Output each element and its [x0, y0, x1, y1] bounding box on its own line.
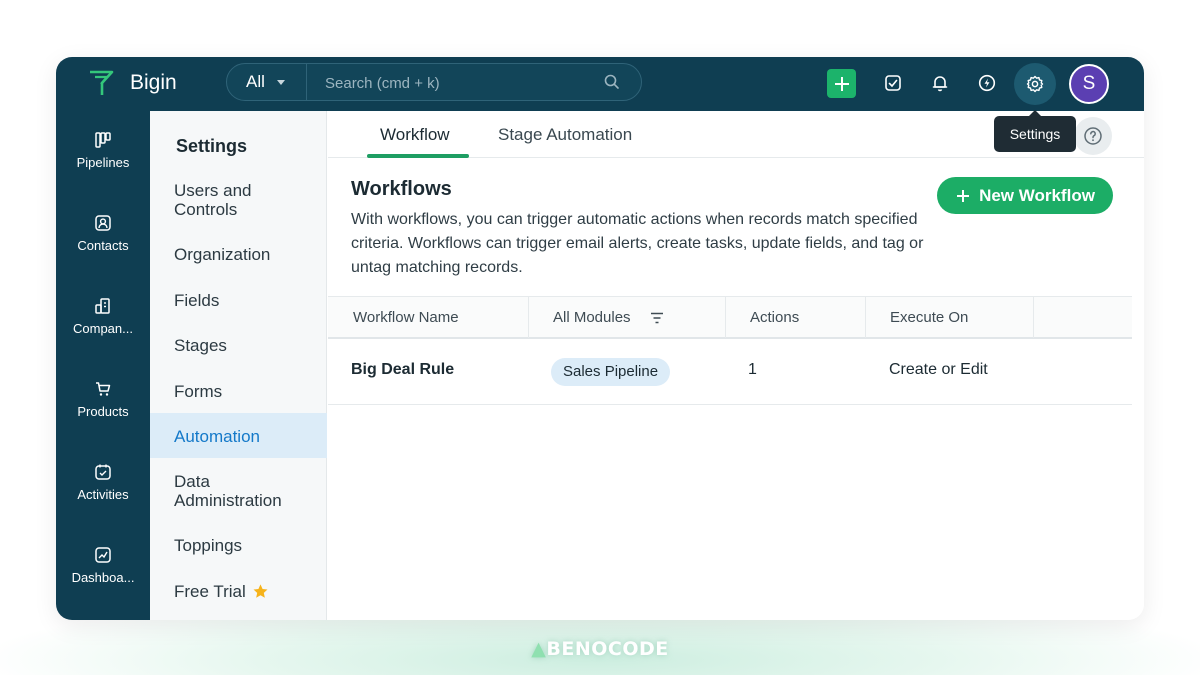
company-icon — [95, 298, 110, 314]
rail-item-contacts[interactable]: Contacts — [56, 214, 150, 284]
rail-label: Contacts — [77, 238, 129, 253]
chart-icon — [95, 547, 111, 563]
page-title: Workflows — [351, 178, 452, 200]
search-input[interactable] — [325, 72, 585, 94]
settings-item-organization[interactable]: Organization — [150, 245, 327, 264]
page-description: With workflows, you can trigger automati… — [351, 211, 924, 276]
execute-on-cell: Create or Edit — [889, 361, 988, 378]
new-workflow-button[interactable]: New Workflow — [937, 177, 1113, 214]
settings-item-forms[interactable]: Forms — [150, 382, 327, 401]
star-icon — [253, 584, 268, 598]
settings-tooltip: Settings — [994, 110, 1076, 152]
pipeline-icon — [95, 132, 111, 148]
watermark: ▲BENOCODE — [531, 638, 669, 660]
bigin-logo-icon — [90, 70, 114, 95]
plus-icon — [834, 76, 849, 91]
tab-stage-automation[interactable]: Stage Automation — [498, 125, 632, 145]
tasks-icon — [885, 75, 901, 91]
settings-title: Settings — [176, 136, 248, 156]
settings-button[interactable] — [1014, 63, 1056, 105]
column-header-execute-on[interactable]: Execute On — [866, 297, 1034, 338]
contact-icon — [95, 215, 111, 231]
search-bar: All — [226, 63, 642, 101]
workflow-name-cell[interactable]: Big Deal Rule — [351, 361, 454, 379]
app-window: Bigin All Search (cmd + k) S Pipelines C… — [56, 57, 1144, 620]
rail-label: Dashboa... — [71, 570, 135, 585]
settings-item-toppings[interactable]: Toppings — [150, 536, 327, 555]
app-name: Bigin — [130, 71, 177, 94]
zap-icon — [978, 74, 996, 92]
active-tab-indicator — [367, 154, 469, 158]
new-workflow-label: New Workflow — [979, 185, 1095, 205]
settings-item-automation[interactable]: Automation — [150, 413, 327, 458]
rail-item-dashboards[interactable]: Dashboa... — [56, 546, 150, 616]
notifications-button[interactable] — [925, 68, 955, 98]
search-icon[interactable] — [603, 73, 621, 91]
settings-item-users-and-controls[interactable]: Users and Controls — [150, 181, 300, 219]
gear-icon — [1026, 75, 1044, 93]
table-header: Workflow Name All Modules Actions Execut… — [328, 296, 1132, 339]
tab-workflow[interactable]: Workflow — [380, 125, 450, 145]
module-pill: Sales Pipeline — [551, 358, 671, 386]
rail-label: Activities — [77, 487, 129, 502]
plus-icon — [957, 189, 970, 202]
add-button[interactable] — [827, 69, 856, 98]
rail-item-companies[interactable]: Compan... — [56, 297, 150, 367]
marketplace-button[interactable] — [972, 68, 1002, 98]
settings-item-stages[interactable]: Stages — [150, 336, 327, 355]
column-header-actions[interactable]: Actions — [726, 297, 866, 338]
main-content: Workflow Stage Automation Settings Workf… — [328, 110, 1144, 620]
calendar-check-icon — [95, 464, 111, 480]
help-button[interactable] — [1074, 117, 1112, 155]
settings-item-data-administration[interactable]: Data Administration — [150, 472, 300, 510]
tab-bar: Workflow Stage Automation Settings — [328, 110, 1144, 158]
tasks-button[interactable] — [878, 68, 908, 98]
bell-icon — [932, 76, 948, 92]
column-header-workflow-name[interactable]: Workflow Name — [328, 297, 529, 338]
cart-icon — [96, 382, 111, 396]
top-bar: Bigin All Search (cmd + k) S — [56, 57, 1144, 111]
rail-item-products[interactable]: Products — [56, 380, 150, 450]
help-icon — [1084, 127, 1102, 145]
search-scope-label: All — [246, 72, 265, 91]
table-row[interactable]: Big Deal Rule Sales Pipeline 1 Create or… — [328, 339, 1132, 405]
avatar[interactable]: S — [1069, 64, 1109, 104]
rail-item-pipelines[interactable]: Pipelines — [56, 131, 150, 201]
rail-label: Products — [77, 404, 129, 419]
settings-item-fields[interactable]: Fields — [150, 291, 327, 310]
avatar-initial: S — [1082, 73, 1096, 94]
actions-count-cell: 1 — [748, 361, 757, 378]
settings-nav: Settings Users and Controls Organization… — [150, 111, 327, 620]
chevron-down-icon — [277, 80, 285, 85]
rail-item-activities[interactable]: Activities — [56, 463, 150, 533]
filter-icon[interactable] — [650, 312, 664, 324]
rail-label: Compan... — [73, 321, 133, 336]
left-rail: Pipelines Contacts Compan... Products Ac… — [56, 111, 150, 620]
column-header-all-modules[interactable]: All Modules — [529, 297, 726, 338]
search-scope-dropdown[interactable]: All — [227, 64, 307, 100]
rail-label: Pipelines — [76, 155, 130, 170]
settings-item-free-trial[interactable]: Free Trial — [150, 582, 327, 601]
